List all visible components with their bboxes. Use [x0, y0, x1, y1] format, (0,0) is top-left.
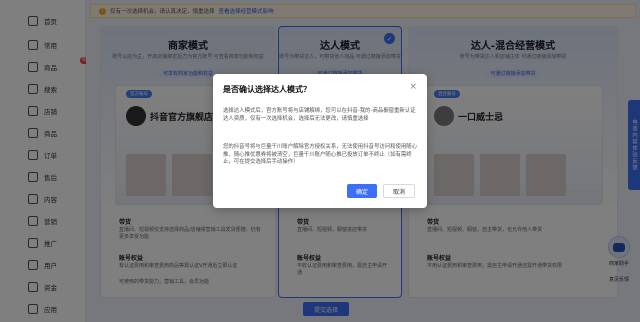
- dialog-paragraph-2: 您的抖音号将与巨量千川账户解除官方授权关系，无法使用抖音号访问和使用随心推、随心…: [223, 144, 418, 166]
- dialog-paragraph-1: 选择达人模式后，官方账号将与店铺解绑，您可以在抖音-我的-商品橱窗重新认证达人资…: [223, 108, 416, 122]
- cancel-button[interactable]: 取消: [383, 184, 415, 198]
- close-icon[interactable]: ×: [409, 82, 417, 92]
- confirm-button[interactable]: 确定: [347, 184, 377, 198]
- dialog-title: 是否确认选择达人模式？: [223, 85, 311, 94]
- confirm-dialog: 是否确认选择达人模式？ × 选择达人模式后，官方账号将与店铺解绑，您可以在抖音-…: [213, 74, 427, 208]
